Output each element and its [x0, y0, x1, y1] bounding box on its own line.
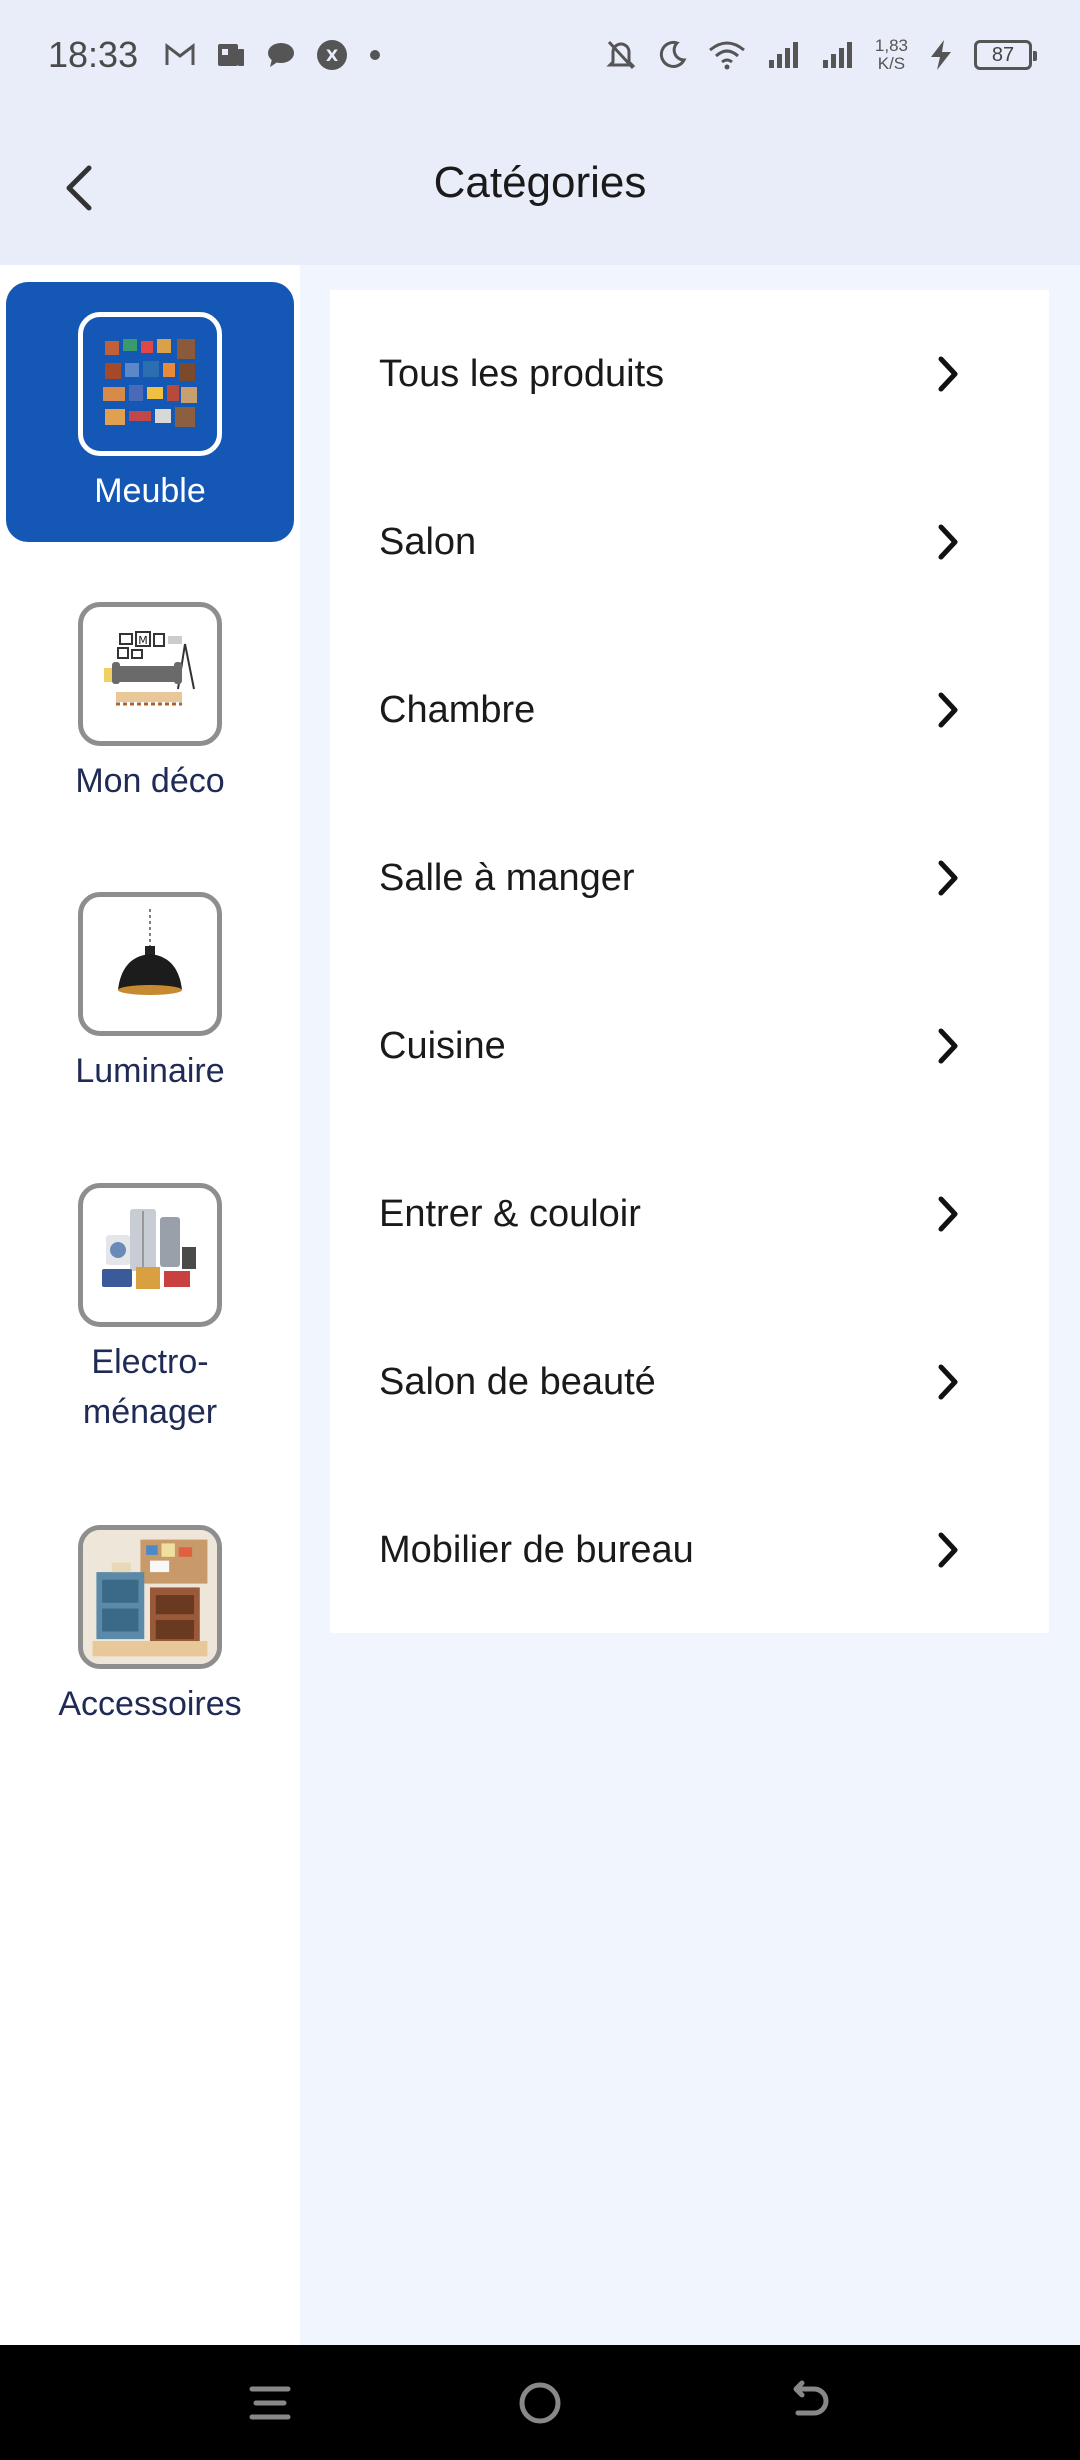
lamp-thumbnail [78, 892, 222, 1036]
furniture-thumbnail [78, 312, 222, 456]
sidebar-item-accessoires[interactable]: Accessoires [6, 1525, 294, 1729]
app-x-icon: X [316, 39, 348, 71]
list-item-tous-les-produits[interactable]: Tous les produits [330, 290, 1049, 458]
bell-off-icon [605, 38, 637, 72]
chevron-right-icon [930, 1530, 966, 1570]
gmail-icon [164, 42, 196, 68]
sidebar-item-meuble[interactable]: Meuble [6, 282, 294, 542]
charging-icon [928, 39, 954, 71]
signal-icon [767, 40, 801, 70]
accessories-thumbnail [78, 1525, 222, 1669]
list-item-entrer-couloir[interactable]: Entrer & couloir [330, 1130, 1049, 1298]
label-line-2: ménager [82, 1393, 218, 1431]
sidebar-item-electro-menager[interactable]: Electro- ménager [6, 1183, 294, 1437]
sidebar-item-mon-deco[interactable]: M Mon déco [6, 602, 294, 806]
sidebar-item-label: Mon déco [75, 762, 225, 800]
sidebar-item-label: Luminaire [75, 1052, 225, 1090]
svg-text:X: X [326, 46, 339, 65]
battery-level: 87 [991, 43, 1015, 66]
chevron-right-icon [930, 1194, 966, 1234]
system-navigation-bar [0, 2345, 1080, 2460]
news-icon [216, 41, 246, 69]
list-item-label: Salon de beauté [379, 1360, 656, 1403]
sidebar-item-label: Accessoires [58, 1685, 242, 1723]
battery-indicator: 87 [974, 40, 1037, 70]
dot-icon [368, 48, 382, 62]
signal-icon [821, 40, 855, 70]
page-title: Catégories [433, 158, 647, 207]
list-item-salle-a-manger[interactable]: Salle à manger [330, 794, 1049, 962]
chevron-right-icon [930, 1362, 966, 1402]
home-button[interactable] [510, 2375, 570, 2435]
chevron-right-icon [930, 858, 966, 898]
list-item-mobilier-de-bureau[interactable]: Mobilier de bureau [330, 1466, 1049, 1634]
svg-text:M: M [138, 634, 148, 647]
list-item-cuisine[interactable]: Cuisine [330, 962, 1049, 1130]
sidebar-item-label: Electro- ménager [83, 1337, 217, 1437]
home-icon [516, 2379, 564, 2432]
list-item-label: Chambre [379, 688, 536, 731]
list-item-label: Tous les produits [379, 352, 665, 395]
decor-thumbnail: M [78, 602, 222, 746]
sidebar-item-luminaire[interactable]: Luminaire [6, 892, 294, 1096]
chevron-right-icon [930, 690, 966, 730]
chevron-right-icon [930, 522, 966, 562]
back-icon [786, 2379, 834, 2432]
list-item-salon-de-beaute[interactable]: Salon de beauté [330, 1298, 1049, 1466]
list-item-label: Mobilier de bureau [379, 1528, 694, 1571]
subcategory-list: Tous les produits Salon Chambre Salle à … [330, 290, 1049, 1633]
menu-icon [248, 2381, 292, 2430]
list-item-label: Salon [379, 520, 477, 563]
category-sidebar: Meuble M Mon déco Luminaire Electro- mén… [0, 265, 300, 2345]
list-item-label: Cuisine [379, 1024, 506, 1067]
list-item-label: Entrer & couloir [379, 1192, 641, 1235]
list-item-salon[interactable]: Salon [330, 458, 1049, 626]
app-header: Catégories [0, 110, 1080, 265]
back-nav-button[interactable] [780, 2375, 840, 2435]
list-item-label: Salle à manger [379, 856, 635, 899]
chat-bubble-icon [266, 41, 296, 69]
speed-unit: K/S [877, 54, 906, 73]
menu-button[interactable] [240, 2375, 300, 2435]
status-bar: 18:33 X 1,83 K/S 87 [0, 0, 1080, 110]
sidebar-item-label: Meuble [94, 472, 206, 510]
speed-value: 1,83 [874, 36, 908, 55]
network-speed: 1,83 K/S [875, 37, 908, 73]
clock: 18:33 [48, 34, 139, 75]
wifi-icon [707, 40, 747, 70]
list-item-chambre[interactable]: Chambre [330, 626, 1049, 794]
moon-icon [657, 40, 687, 70]
chevron-right-icon [930, 354, 966, 394]
appliances-thumbnail [78, 1183, 222, 1327]
chevron-right-icon [930, 1026, 966, 1066]
label-line-1: Electro- [91, 1343, 209, 1381]
